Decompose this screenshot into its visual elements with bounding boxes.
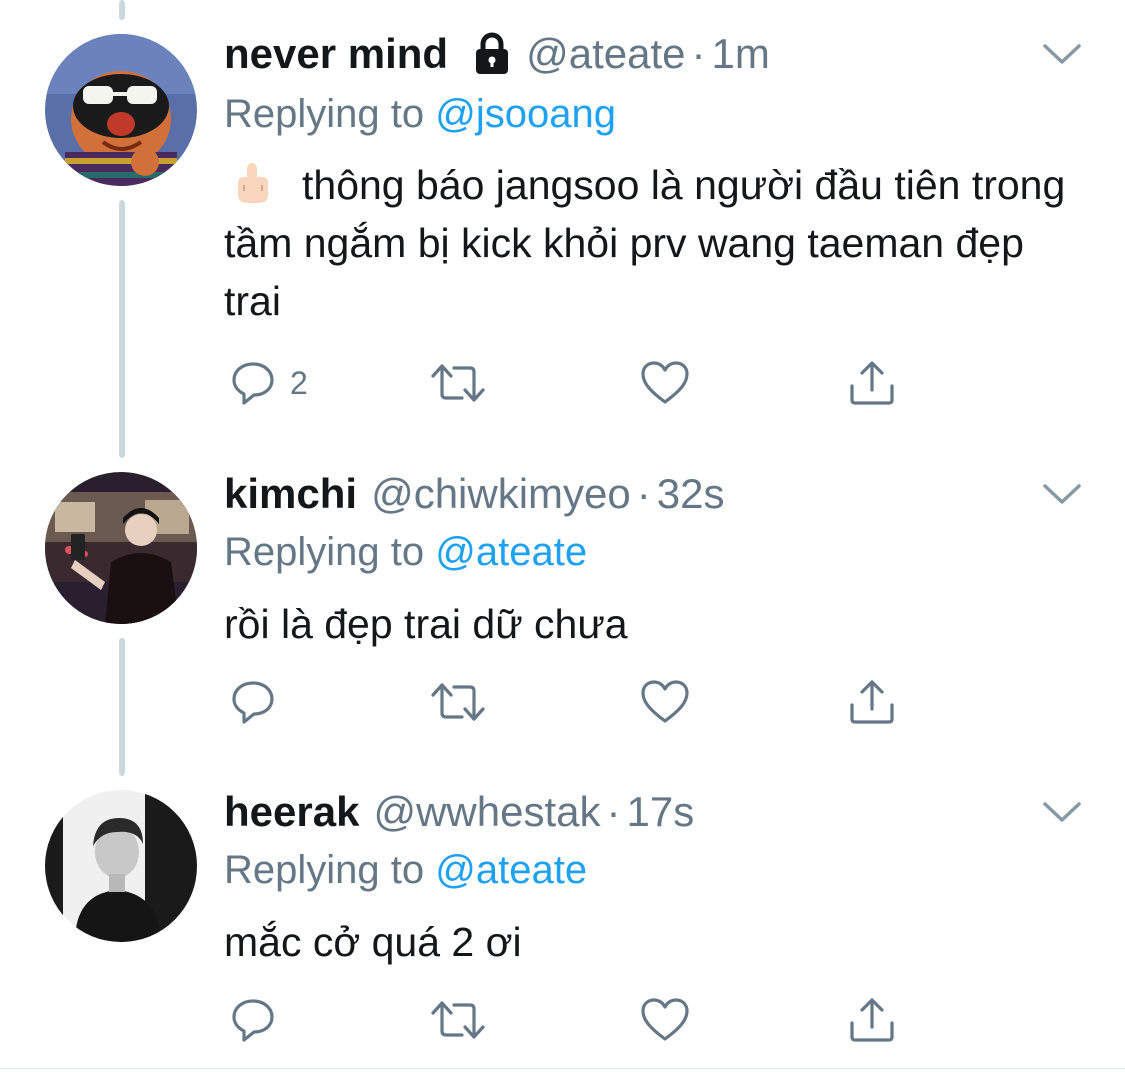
share-button[interactable] — [848, 995, 896, 1045]
display-name[interactable]: kimchi — [224, 470, 357, 518]
tweet-header: never mind @ateate · 1m — [224, 28, 770, 80]
avatar[interactable] — [45, 34, 197, 186]
reply-button[interactable] — [230, 995, 276, 1045]
user-handle[interactable]: @ateate — [526, 30, 685, 78]
retweet-icon — [430, 360, 486, 406]
heart-icon — [640, 360, 690, 406]
replying-to: Replying to @ateate — [224, 848, 587, 893]
display-name[interactable]: heerak — [224, 788, 359, 836]
tweet-actions: 2 — [224, 358, 924, 408]
share-icon — [848, 679, 896, 725]
chevron-down-icon[interactable] — [1042, 42, 1082, 66]
divider — [0, 1068, 1125, 1069]
replying-to: Replying to @jsooang — [224, 92, 616, 137]
reply-button[interactable] — [230, 677, 276, 727]
tweet-body: thông báo jangsoo là người đầu tiên tron… — [224, 162, 1066, 324]
tweet[interactable]: kimchi @chiwkimyeo · 32s Replying to @at… — [0, 440, 1125, 760]
reply-button[interactable]: 2 — [230, 358, 308, 408]
tweet[interactable]: heerak @wwhestak · 17s Replying to @atea… — [0, 760, 1125, 1068]
avatar[interactable] — [45, 790, 197, 942]
replying-to-label: Replying to — [224, 530, 425, 574]
retweet-button[interactable] — [430, 677, 486, 727]
replying-to-handle[interactable]: @ateate — [435, 530, 587, 574]
separator-dot: · — [636, 470, 651, 517]
tweet-actions — [224, 677, 924, 727]
timestamp[interactable]: 32s — [657, 470, 725, 518]
user-handle[interactable]: @chiwkimyeo — [371, 470, 631, 518]
chevron-down-icon[interactable] — [1042, 482, 1082, 506]
replying-to: Replying to @ateate — [224, 530, 587, 575]
share-button[interactable] — [848, 677, 896, 727]
middle-finger-emoji — [232, 161, 272, 205]
replying-to-label: Replying to — [224, 92, 425, 136]
tweet-header: heerak @wwhestak · 17s — [224, 786, 694, 838]
reply-icon — [230, 679, 276, 725]
tweet-actions — [224, 995, 924, 1045]
tweet-body: rồi là đẹp trai dữ chưa — [224, 601, 628, 647]
heart-icon — [640, 679, 690, 725]
share-button[interactable] — [848, 358, 896, 408]
tweet-body: mắc cở quá 2 ơi — [224, 919, 522, 965]
avatar[interactable] — [45, 472, 197, 624]
tweet-text: mắc cở quá 2 ơi — [224, 913, 1074, 971]
share-icon — [848, 360, 896, 406]
tweet[interactable]: never mind @ateate · 1m Replying to @jso… — [0, 0, 1125, 440]
share-icon — [848, 997, 896, 1043]
lock-icon — [472, 32, 512, 76]
separator-dot: · — [606, 788, 621, 835]
retweet-icon — [430, 997, 486, 1043]
tweet-header: kimchi @chiwkimyeo · 32s — [224, 468, 724, 520]
tweet-text: thông báo jangsoo là người đầu tiên tron… — [224, 156, 1074, 330]
retweet-button[interactable] — [430, 358, 486, 408]
separator-dot: · — [691, 30, 706, 77]
replying-to-label: Replying to — [224, 848, 425, 892]
replying-to-handle[interactable]: @jsooang — [435, 92, 616, 136]
chevron-down-icon[interactable] — [1042, 800, 1082, 824]
display-name[interactable]: never mind — [224, 30, 448, 78]
like-button[interactable] — [640, 677, 690, 727]
replying-to-handle[interactable]: @ateate — [435, 848, 587, 892]
reply-icon — [230, 360, 276, 406]
tweet-text: rồi là đẹp trai dữ chưa — [224, 595, 1074, 653]
reply-icon — [230, 997, 276, 1043]
timestamp[interactable]: 17s — [626, 788, 694, 836]
timestamp[interactable]: 1m — [712, 30, 770, 78]
retweet-button[interactable] — [430, 995, 486, 1045]
user-handle[interactable]: @wwhestak — [373, 788, 600, 836]
retweet-icon — [430, 679, 486, 725]
heart-icon — [640, 997, 690, 1043]
like-button[interactable] — [640, 995, 690, 1045]
reply-count: 2 — [290, 364, 308, 401]
like-button[interactable] — [640, 358, 690, 408]
